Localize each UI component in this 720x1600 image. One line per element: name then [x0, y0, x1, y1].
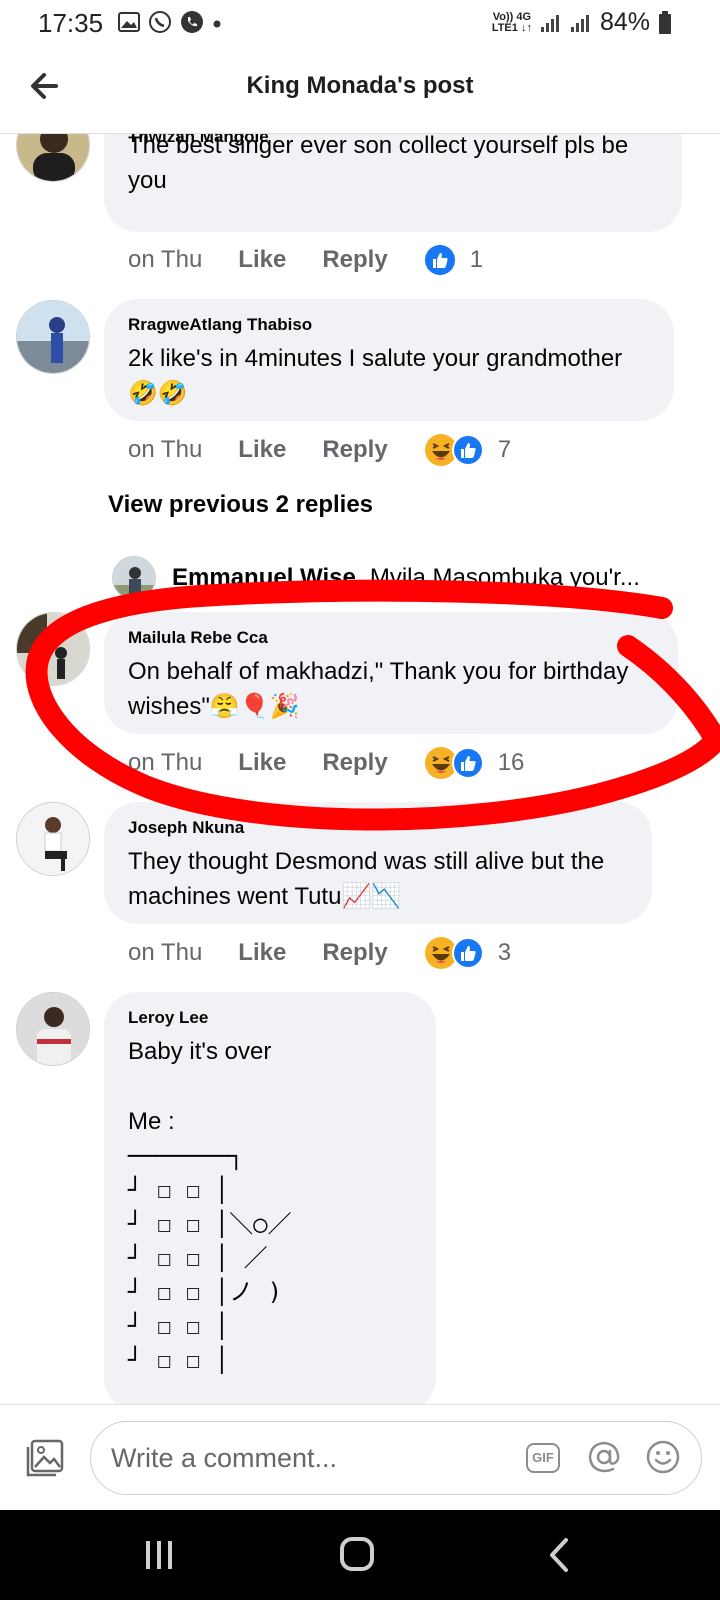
- reactions[interactable]: [424, 433, 484, 467]
- comment-actions-2: on Thu Like Reply 7: [128, 433, 511, 467]
- at-sign-icon: [588, 1441, 620, 1473]
- avatar-image: [17, 993, 89, 1065]
- emoji-button[interactable]: [645, 1439, 681, 1475]
- avatar-image: [17, 613, 89, 685]
- like-button[interactable]: Like: [238, 436, 286, 464]
- comment-actions-3: on Thu Like Reply 16: [128, 746, 524, 780]
- reaction-count: 16: [497, 749, 525, 776]
- comment-author[interactable]: Joseph Nkuna: [128, 818, 628, 838]
- comment-actions-4: on Thu Like Reply 3: [128, 936, 511, 970]
- reply-button[interactable]: Reply: [322, 436, 387, 464]
- battery-icon: [659, 10, 671, 34]
- comment-text-line: machines went Tutu📈📉: [128, 883, 402, 910]
- reactions[interactable]: [424, 936, 484, 970]
- reaction-count: 7: [497, 436, 512, 463]
- status-right: Vo)) 4G LTE1 ↓↑ 84%: [492, 8, 672, 37]
- avatar-image: [113, 557, 155, 599]
- reaction-count: 3: [497, 939, 512, 966]
- comment-composer: GIF: [0, 1404, 720, 1510]
- comment-bubble-3[interactable]: Mailula Rebe Cca On behalf of makhadzi,"…: [104, 612, 678, 734]
- like-button[interactable]: Like: [238, 749, 286, 777]
- comment-author[interactable]: RragweAtlang Thabiso: [128, 315, 650, 335]
- reactions[interactable]: [424, 746, 484, 780]
- comment-text-line: They thought Desmond was still alive but…: [128, 848, 605, 875]
- comment-text-line: you: [128, 167, 167, 194]
- smiley-icon: [646, 1440, 680, 1474]
- chevron-left-icon: [550, 1538, 568, 1572]
- comment-author[interactable]: Mailula Rebe Cca: [128, 628, 654, 648]
- recent-apps-icon: [146, 1541, 172, 1569]
- avatar-rragweatlang[interactable]: [16, 300, 90, 374]
- comment-time[interactable]: on Thu: [128, 246, 202, 274]
- comment-bubble-5[interactable]: Leroy Lee Baby it's over Me : ───────┐ ┘…: [104, 992, 436, 1412]
- avatar-leroy[interactable]: [16, 992, 90, 1066]
- comment-time[interactable]: on Thu: [128, 939, 202, 967]
- page-title-overlay: King Monada's post: [246, 72, 474, 99]
- back-nav-button[interactable]: [536, 1532, 586, 1578]
- avatar-image: [17, 301, 89, 373]
- comment-time[interactable]: on Thu: [128, 436, 202, 464]
- phone-notification-icon: [181, 11, 203, 33]
- header-overlay: King Monada's post: [0, 44, 720, 134]
- comment-actions-1: on Thu Like Reply 1: [128, 244, 483, 276]
- comment-text-line: wishes"😤🎈🎉: [128, 693, 300, 720]
- whatsapp-notification-icon: [149, 11, 171, 33]
- avatar-image: [17, 803, 89, 875]
- dot-notification-icon: [213, 20, 221, 28]
- comment-time[interactable]: on Thu: [128, 749, 202, 777]
- comment-author[interactable]: Leroy Lee: [128, 1008, 412, 1028]
- thumbs-up-icon: [451, 937, 484, 969]
- like-button[interactable]: Like: [238, 246, 286, 274]
- thumbs-up-icon: [451, 434, 484, 466]
- thumbs-up-icon: [451, 747, 484, 779]
- avatar-mailula[interactable]: [16, 612, 90, 686]
- comment-text-line: 🤣🤣: [128, 380, 188, 407]
- reactions[interactable]: [424, 244, 456, 276]
- network-type: Vo)) 4G LTE1 ↓↑: [491, 10, 532, 34]
- status-bar: 17:35 Vo)) 4G LTE1 ↓↑ 84%: [0, 0, 720, 44]
- reply-button[interactable]: Reply: [322, 246, 387, 274]
- reply-author[interactable]: Emmanuel Wise: [172, 564, 356, 592]
- reply-preview[interactable]: Emmanuel Wise Mvila Masombuka you'r...: [112, 556, 640, 600]
- image-icon: [26, 1439, 64, 1477]
- comment-text-line: Me :: [128, 1108, 175, 1135]
- comment-bubble-2[interactable]: RragweAtlang Thabiso 2k like's in 4minut…: [104, 299, 674, 421]
- recent-apps-button[interactable]: [134, 1532, 184, 1578]
- comment-text-line: [128, 1069, 412, 1104]
- view-previous-replies-link[interactable]: View previous 2 replies: [108, 491, 373, 519]
- comment-text-line: Baby it's over: [128, 1038, 272, 1065]
- reply-button[interactable]: Reply: [322, 939, 387, 967]
- signal-icon-2: [570, 14, 589, 32]
- reply-avatar[interactable]: [112, 556, 156, 600]
- comment-text-line: 2k like's in 4minutes I salute your gran…: [128, 345, 623, 372]
- reaction-count: 1: [469, 246, 484, 273]
- battery-percent: 84%: [599, 8, 650, 36]
- signal-icon: [540, 14, 559, 32]
- android-navigation-bar: [0, 1510, 720, 1600]
- ascii-art: ───────┐ ┘ ☐ ☐ │ ┘ ☐ ☐ │＼○／ ┘ ☐ ☐ │ ／ ┘ …: [128, 1142, 292, 1374]
- comment-text-line: On behalf of makhadzi," Thank you for bi…: [128, 658, 629, 685]
- notification-icons: [118, 10, 222, 34]
- reply-button[interactable]: Reply: [322, 749, 387, 777]
- home-button[interactable]: [332, 1532, 382, 1578]
- gif-button[interactable]: GIF: [526, 1443, 560, 1473]
- status-time: 17:35: [38, 8, 104, 38]
- like-button[interactable]: Like: [238, 939, 286, 967]
- mention-button[interactable]: [586, 1439, 622, 1475]
- add-photo-button[interactable]: [24, 1437, 66, 1479]
- thumbs-up-icon: [424, 245, 455, 275]
- gallery-notification-icon: [118, 12, 140, 32]
- avatar-joseph[interactable]: [16, 802, 90, 876]
- comment-bubble-4[interactable]: Joseph Nkuna They thought Desmond was st…: [104, 802, 652, 924]
- reply-text: Mvila Masombuka you'r...: [369, 564, 640, 591]
- home-icon: [340, 1537, 374, 1571]
